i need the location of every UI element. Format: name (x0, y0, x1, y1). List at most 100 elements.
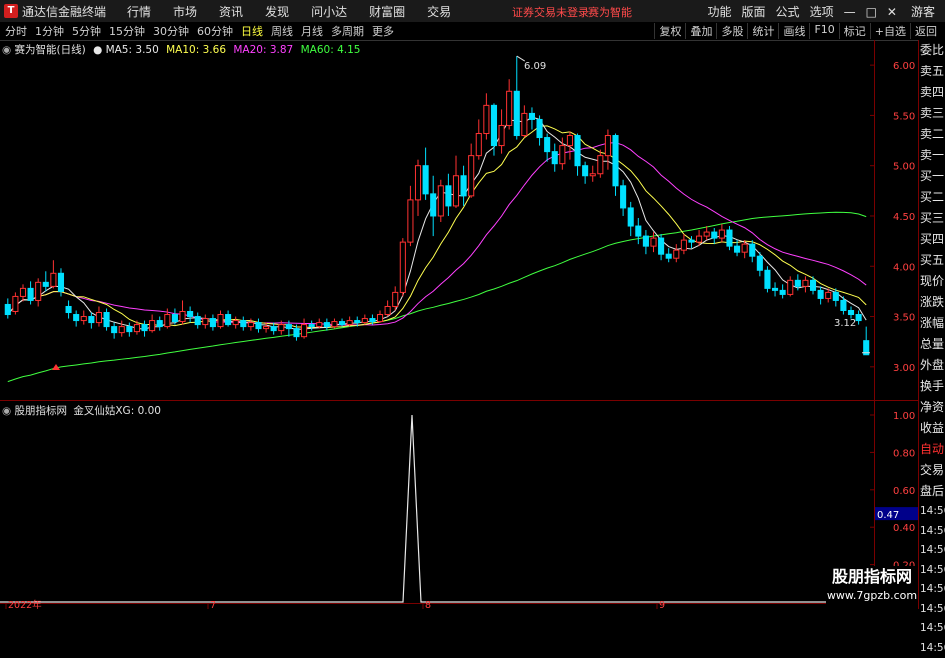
candle-body (818, 290, 823, 298)
quote-row[interactable]: 买二 (919, 187, 945, 208)
trade-row[interactable]: 交易 (919, 460, 945, 481)
login-notice[interactable]: 证券交易未登录 (512, 4, 589, 20)
indicator-tick-label: 0.60 (893, 486, 915, 497)
f10-button[interactable]: F10 (809, 23, 838, 39)
quote-row[interactable]: 涨幅 (919, 313, 945, 334)
menu-item-ask[interactable]: 问小达 (311, 3, 347, 20)
indicator-chart: 1.000.800.600.400.200.47 (0, 411, 918, 602)
candle-body (772, 288, 777, 290)
ma60-name: MA60 (301, 44, 331, 56)
quote-row[interactable]: 涨跌 (919, 292, 945, 313)
period-tab-30min[interactable]: 30分钟 (153, 23, 189, 39)
stats-button[interactable]: 统计 (747, 23, 778, 39)
candle-body (484, 105, 489, 133)
candle-body (856, 315, 861, 321)
menu-item-market[interactable]: 市场 (173, 3, 197, 20)
multi-stock-button[interactable]: 多股 (716, 23, 747, 39)
ma5-path (8, 117, 866, 329)
candle-body (165, 315, 170, 327)
menu-item-discover[interactable]: 发现 (265, 3, 289, 20)
menu-item-news[interactable]: 资讯 (219, 3, 243, 20)
quote-row[interactable]: 净资 (919, 397, 945, 418)
candle-body (256, 323, 261, 329)
candle-body (666, 254, 671, 258)
ma60-value: 4.15 (337, 44, 360, 56)
menu-item-formula[interactable]: 公式 (776, 3, 800, 20)
menu-item-wealth[interactable]: 财富圈 (369, 3, 405, 20)
quote-row[interactable]: 委比 (919, 40, 945, 61)
candle-body (112, 327, 117, 333)
menu-item-options[interactable]: 选项 (810, 3, 834, 20)
collapse-icon[interactable]: ◉ (2, 44, 11, 56)
candle-body (89, 317, 94, 323)
overlay-button[interactable]: 叠加 (685, 23, 716, 39)
period-tab-intraday[interactable]: 分时 (5, 23, 27, 39)
mark-button[interactable]: 标记 (839, 23, 870, 39)
minimize-icon[interactable]: — (844, 5, 856, 19)
menu-item-layout[interactable]: 版面 (742, 3, 766, 20)
candle-body (643, 236, 648, 246)
indicator-tick-label: 0.40 (893, 523, 915, 534)
period-tab-weekly[interactable]: 周线 (271, 23, 293, 39)
candle-body (514, 91, 519, 135)
quote-row[interactable]: 买一 (919, 166, 945, 187)
period-tab-monthly[interactable]: 月线 (301, 23, 323, 39)
trade-row[interactable]: 自动 (919, 439, 945, 460)
quote-row[interactable]: 买三 (919, 208, 945, 229)
candle-body (43, 282, 48, 286)
candle-body (735, 246, 740, 252)
quote-row[interactable]: 买四 (919, 229, 945, 250)
candle-body (51, 273, 56, 286)
period-tab-1min[interactable]: 1分钟 (35, 23, 64, 39)
candle-body (704, 232, 709, 236)
quote-row[interactable]: 总量 (919, 334, 945, 355)
close-icon[interactable]: ✕ (887, 5, 897, 19)
draw-line-button[interactable]: 画线 (778, 23, 809, 39)
quote-row[interactable]: 买五 (919, 250, 945, 271)
indicator-collapse-icon[interactable]: ◉ (2, 405, 11, 417)
quote-row[interactable]: 卖一 (919, 145, 945, 166)
tick-time: 14:56 (919, 619, 945, 639)
tick-time: 14:56 (919, 580, 945, 600)
ma5-value: 3.50 (135, 44, 158, 56)
candle-body (575, 136, 580, 166)
candle-body (58, 273, 63, 291)
notice-stock[interactable]: 赛为智能 (588, 4, 632, 20)
period-tab-more[interactable]: 更多 (372, 23, 394, 39)
maximize-icon[interactable]: □ (866, 5, 877, 19)
trade-row[interactable]: 盘后 (919, 481, 945, 502)
quote-row[interactable]: 外盘 (919, 355, 945, 376)
candle-body (841, 300, 846, 310)
candle-body (294, 329, 299, 337)
candle-body (423, 166, 428, 194)
quote-row[interactable]: 卖五 (919, 61, 945, 82)
menu-item-quotes[interactable]: 行情 (127, 3, 151, 20)
guest-label[interactable]: 游客 (911, 3, 935, 20)
back-button[interactable]: 返回 (910, 23, 941, 39)
quote-row[interactable]: 卖四 (919, 82, 945, 103)
candle-body (552, 152, 557, 164)
adjust-button[interactable]: 复权 (654, 23, 685, 39)
quote-row[interactable]: 卖三 (919, 103, 945, 124)
kline-chart[interactable]: 6.005.505.004.504.003.503.00 1.000.800.6… (0, 40, 918, 609)
price-tick-label: 4.50 (893, 212, 915, 223)
price-tick-label: 4.00 (893, 262, 915, 273)
indicator-info-line: ◉ 股朋指标网 金叉仙姑XG: 0.00 (2, 403, 161, 418)
period-tab-daily[interactable]: 日线 (241, 23, 263, 39)
quote-row[interactable]: 现价 (919, 271, 945, 292)
period-tab-60min[interactable]: 60分钟 (197, 23, 233, 39)
candle-body (309, 325, 314, 327)
add-watchlist-button[interactable]: +自选 (870, 23, 910, 39)
current-value-label: 0.47 (877, 510, 899, 521)
period-tab-multi[interactable]: 多周期 (331, 23, 364, 39)
menu-item-trade[interactable]: 交易 (427, 3, 451, 20)
period-tab-15min[interactable]: 15分钟 (109, 23, 145, 39)
period-tab-5min[interactable]: 5分钟 (72, 23, 101, 39)
menu-item-function[interactable]: 功能 (708, 3, 732, 20)
quote-row[interactable]: 卖二 (919, 124, 945, 145)
quote-row[interactable]: 换手 (919, 376, 945, 397)
candle-body (332, 322, 337, 327)
stock-label: 赛为智能(日线) (15, 44, 86, 56)
candle-body (795, 280, 800, 286)
quote-row[interactable]: 收益 (919, 418, 945, 439)
